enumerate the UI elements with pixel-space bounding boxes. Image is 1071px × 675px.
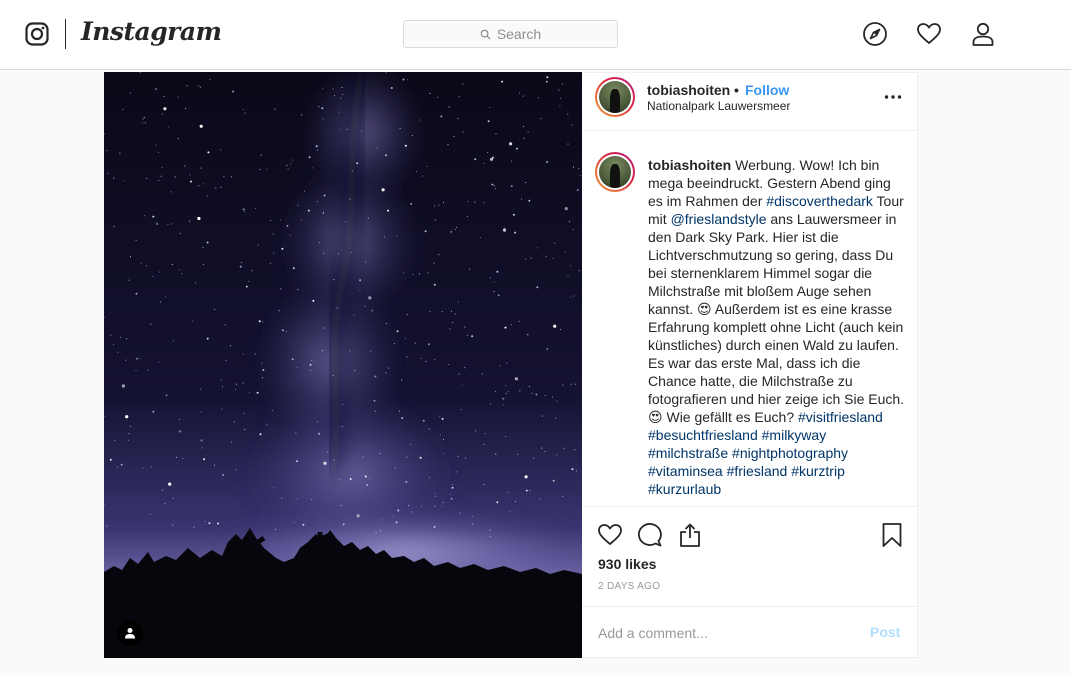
tagged-user-icon	[125, 628, 135, 639]
search-icon	[480, 29, 491, 40]
more-options-icon[interactable]	[883, 87, 903, 107]
hashtag-link[interactable]: #kurztrip	[791, 463, 845, 479]
author-avatar[interactable]	[595, 77, 635, 117]
instagram-glyph-icon[interactable]	[25, 22, 49, 46]
hashtag-link[interactable]: #discoverthedark	[766, 193, 873, 209]
hashtag-link[interactable]: #visitfriesland	[798, 409, 883, 425]
post-header: tobiashoiten • Follow Nationalpark Lauwe…	[582, 73, 917, 131]
post-comment-button[interactable]: Post	[870, 624, 900, 640]
milky-way-photo	[104, 72, 582, 658]
hashtag-link[interactable]: #nightphotography	[732, 445, 848, 461]
hashtag-link[interactable]: @frieslandstyle	[671, 211, 767, 227]
post-location[interactable]: Nationalpark Lauwersmeer	[647, 99, 790, 113]
caption-scroll-area[interactable]: tobiashoiten Werbung. Wow! Ich bin mega …	[582, 132, 917, 506]
post-caption: tobiashoiten Werbung. Wow! Ich bin mega …	[648, 156, 906, 498]
comment-input[interactable]	[598, 623, 858, 643]
post-photo[interactable]	[104, 72, 582, 658]
compass-icon[interactable]	[862, 21, 888, 47]
post-sidebar: tobiashoiten • Follow Nationalpark Lauwe…	[582, 72, 918, 658]
caption-author-avatar[interactable]	[595, 152, 635, 192]
share-icon[interactable]	[677, 522, 703, 548]
like-count[interactable]: 930 likes	[598, 556, 656, 572]
search-box[interactable]: Search	[403, 20, 618, 48]
author-username[interactable]: tobiashoiten	[647, 82, 730, 98]
hashtag-link[interactable]: #milchstraße	[648, 445, 728, 461]
comment-bar: Post	[582, 606, 917, 659]
hashtag-link[interactable]: #friesland	[727, 463, 788, 479]
user-icon[interactable]	[970, 21, 996, 47]
follow-button[interactable]: Follow	[745, 82, 789, 98]
hashtag-link[interactable]: #vitaminsea	[648, 463, 723, 479]
bookmark-icon[interactable]	[879, 522, 905, 548]
brand-divider	[65, 19, 66, 49]
caption-username[interactable]: tobiashoiten	[648, 157, 731, 173]
post-actions: 930 likes 2 DAYS AGO	[582, 506, 917, 606]
caption-text: ans Lauwersmeer in den Dark Sky Park. Hi…	[648, 211, 905, 425]
instagram-wordmark[interactable]: Instagram	[81, 17, 222, 46]
top-navigation-bar: Instagram Search	[0, 0, 1071, 70]
search-placeholder: Search	[496, 26, 542, 42]
hashtag-link[interactable]: #kurzurlaub	[648, 481, 721, 497]
like-heart-icon[interactable]	[597, 522, 623, 548]
hashtag-link[interactable]: #besuchtfriesland	[648, 427, 758, 443]
separator-dot: •	[734, 82, 739, 98]
tagged-user-badge[interactable]	[117, 620, 143, 646]
heart-icon[interactable]	[916, 21, 942, 47]
post-date[interactable]: 2 DAYS AGO	[598, 581, 660, 592]
comment-bubble-icon[interactable]	[637, 522, 663, 548]
hashtag-link[interactable]: #milkyway	[762, 427, 827, 443]
